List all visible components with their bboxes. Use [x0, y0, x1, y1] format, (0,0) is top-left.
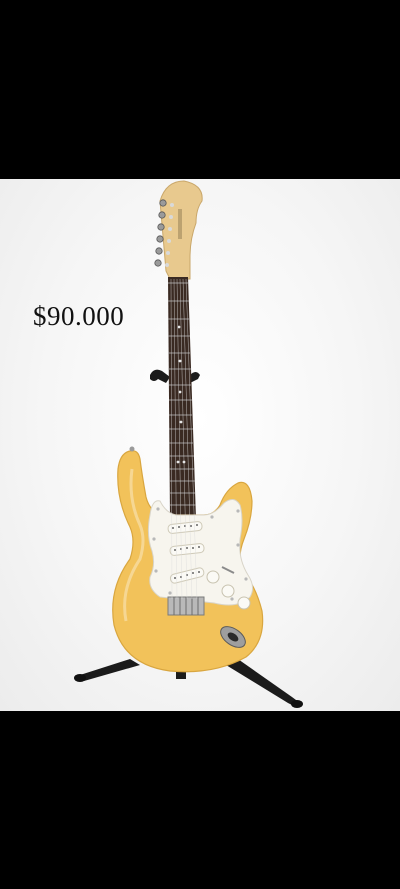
guitar-neck: [168, 277, 196, 519]
guitar-photo: [74, 180, 303, 708]
price-label: $90.000: [33, 301, 125, 331]
guitar-bridge: [167, 596, 205, 616]
guitar-headstock: [154, 180, 203, 280]
screen: $90.000: [0, 0, 400, 889]
